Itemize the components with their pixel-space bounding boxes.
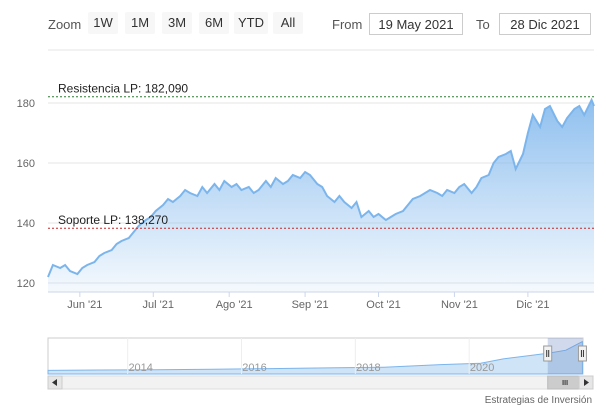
x-tick-label: Nov '21 xyxy=(441,299,478,311)
navigator-year-label: 2020 xyxy=(470,362,494,374)
resistance-label: Resistencia LP: 182,090 xyxy=(58,82,188,96)
y-tick-label: 180 xyxy=(17,98,35,110)
x-tick-label: Jul '21 xyxy=(143,299,174,311)
scrollbar-track[interactable] xyxy=(47,375,594,390)
price-area xyxy=(48,100,594,292)
navigator-year-label: 2016 xyxy=(242,362,266,374)
navigator-selection[interactable] xyxy=(547,338,583,374)
navigator-right-handle[interactable] xyxy=(577,345,587,362)
price-chart[interactable]: 120 140 160 180 Resistencia LP: 182,090 Sopor… xyxy=(0,0,606,410)
navigator-year-label: 2018 xyxy=(356,362,380,374)
navigator-year-label: 2014 xyxy=(128,362,152,374)
y-tick-label: 140 xyxy=(17,218,35,230)
navigator-left-handle[interactable] xyxy=(543,345,553,362)
x-tick-label: Sep '21 xyxy=(292,299,329,311)
x-tick-label: Dic '21 xyxy=(516,299,549,311)
y-tick-label: 120 xyxy=(17,278,35,290)
x-tick-label: Oct '21 xyxy=(366,299,401,311)
credits-text: Estrategias de Inversión xyxy=(484,395,592,406)
x-tick-label: Jun '21 xyxy=(67,299,102,311)
support-label: Soporte LP: 138,270 xyxy=(58,213,168,227)
y-tick-label: 160 xyxy=(17,158,35,170)
x-tick-label: Ago '21 xyxy=(216,299,253,311)
